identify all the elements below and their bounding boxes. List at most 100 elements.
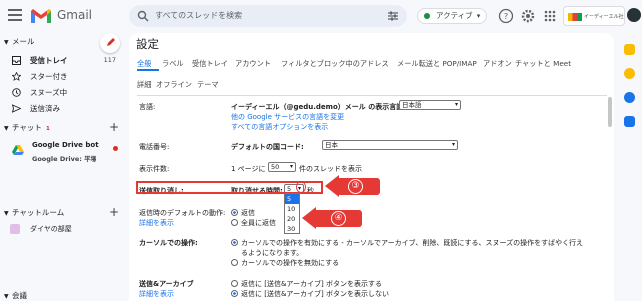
status-dropdown[interactable]: アクティブ ▾ [417,8,488,24]
sidebar-item-snoozed[interactable]: スヌーズ中 [0,86,128,99]
option-5[interactable]: 5 [285,194,299,204]
tab-accounts[interactable]: アカウント [235,59,271,69]
tab-general[interactable]: 全般 [137,59,151,69]
chat-section-header[interactable]: ▼ チャット 1 [4,122,50,133]
option-30[interactable]: 30 [285,224,299,234]
menu-icon[interactable] [8,9,22,21]
avatar[interactable] [627,8,641,22]
sidebar-item-label: スター付き [30,72,68,81]
show-send-archive-radio[interactable]: 返信に [送信&アーカイブ] ボタンを表示する [231,279,382,289]
option-20[interactable]: 20 [285,214,299,224]
undo-period-options[interactable]: 5 10 20 30 [284,193,300,234]
rooms-heading: チャットルーム [12,208,65,217]
tab-chat-meet[interactable]: チャットと Meet [515,59,571,69]
tab-advanced[interactable]: 詳細 [137,80,151,90]
search-icon[interactable] [137,10,149,22]
option-10[interactable]: 10 [285,204,299,214]
annotation-circle [296,181,306,193]
radio-icon [231,219,238,226]
tab-filters[interactable]: フィルタとブロック中のアドレス [281,59,389,69]
rooms-section-header[interactable]: ▼ チャットルーム [4,207,64,218]
search-input[interactable]: すべてのスレッドを検索 [155,10,242,21]
unread-dot-icon [113,146,118,151]
chevron-down-icon: ▾ [451,141,455,148]
pencil-icon [107,38,115,46]
chat-item-drive-bot[interactable]: Google Drive bot Google Drive: 平塚知... [10,140,128,168]
chat-item-preview: Google Drive: 平塚知... [32,155,96,163]
sidebar-item-sent[interactable]: 送信済み [0,102,128,115]
reply-radio[interactable]: 返信 [231,208,255,218]
add-room-button[interactable]: + [109,206,119,218]
reply-learn-more-link[interactable]: 詳細を表示 [139,218,174,228]
chevron-down-icon: ▼ [4,293,9,300]
sidebar-item-inbox[interactable]: 受信トレイ 117 [0,54,128,67]
hide-send-archive-radio[interactable]: 返信に [送信&アーカイブ] ボタンを表示しない [231,289,389,299]
tab-forwarding[interactable]: メール転送と POP/IMAP [397,59,477,69]
help-icon[interactable]: ? [498,8,514,24]
active-tab-indicator [137,69,159,71]
account-badge[interactable]: イーディーエル社 [563,6,625,26]
chat-heading: チャット [12,123,42,132]
meet-heading: 会議 [12,291,27,300]
change-language-link[interactable]: 他の Google サービスの言語を変更 [231,112,344,122]
sidebar-item-label: スヌーズ中 [30,88,68,97]
add-chat-button[interactable]: + [109,121,119,133]
tab-offline[interactable]: オフライン [156,80,192,90]
page-size-label: 表示件数: [139,165,170,173]
page-size-value: 50 [271,163,280,171]
hover-disable-radio[interactable]: カーソルでの操作を無効にする [231,258,339,268]
keep-icon[interactable] [624,68,635,79]
scrollbar[interactable] [608,97,612,127]
mail-section-header[interactable]: ▼ メール [4,36,35,47]
country-code-select[interactable]: 日本 ▾ [322,140,458,150]
chevron-down-icon: ▾ [454,101,458,108]
sidebar-item-label: 受信トレイ [30,56,68,65]
reply-default-label: 返信時のデフォルトの動作: [139,209,226,217]
all-language-options-link[interactable]: すべての言語オプションを表示 [231,122,328,132]
search-bar[interactable]: すべてのスレッドを検索 [129,5,407,27]
status-dot-icon [424,13,430,19]
reply-all-radio[interactable]: 全員に返信 [231,218,276,228]
org-logo-icon [568,13,582,21]
chevron-down-icon: ▼ [4,39,9,46]
step-number: ④ [331,211,346,226]
hover-enable-radio[interactable]: カーソルでの操作を有効にする - カーソルでアーカイブ、削除、既読にする、スヌー… [231,238,583,248]
tab-themes[interactable]: テーマ [197,80,219,90]
hover-enable-label: カーソルでの操作を有効にする - カーソルでアーカイブ、削除、既読にする、スヌー… [241,239,584,247]
gmail-logo-icon[interactable] [30,8,52,24]
hover-enable-label-cont: るようになります。 [241,249,304,257]
status-label: アクティブ [436,11,473,20]
search-options-icon[interactable] [387,10,399,22]
tab-addons[interactable]: アドオン [483,59,512,69]
page-size-suffix: 件のスレッドを表示 [299,165,362,173]
page-size-select[interactable]: 50 ▾ [268,162,296,172]
send-archive-learn-more-link[interactable]: 詳細を表示 [139,289,174,299]
tasks-icon[interactable] [624,92,635,103]
meet-section-header[interactable]: ▼ 会議 [4,290,27,301]
contacts-icon[interactable] [624,116,635,127]
step-number: ③ [348,179,363,194]
hover-actions-label: カーソルでの操作: [139,239,198,247]
calendar-icon[interactable] [624,44,635,55]
room-item[interactable]: ダイヤの部屋 [10,222,120,236]
language-label: 言語: [139,103,156,111]
reply-radio-label: 返信 [241,209,255,217]
tab-labels[interactable]: ラベル [162,59,184,69]
chat-item-name: Google Drive bot [32,141,99,149]
annotation-arrow-3: ③ [325,175,380,197]
radio-selected-icon [231,209,238,216]
page-size-prefix: 1 ページに [231,165,266,173]
phone-label: 電話番号: [139,143,170,151]
sidebar-item-starred[interactable]: スター付き [0,70,128,83]
side-panel [616,40,642,190]
language-text: イーディーエル（@gedu.demo）メール の表示言語: [231,103,407,111]
tab-inbox[interactable]: 受信トレイ [192,59,228,69]
gear-icon[interactable] [520,8,536,24]
compose-button[interactable] [100,33,120,53]
inbox-icon [12,56,21,65]
radio-selected-icon [231,290,238,297]
apps-grid-icon[interactable] [542,8,558,24]
reply-all-radio-label: 全員に返信 [241,219,276,227]
language-select[interactable]: 日本語 ▾ [399,100,461,110]
sidebar: ▼ メール 受信トレイ 117 スター付き スヌーズ中 送信済み ▼ チャット 1 + … [0,32,128,301]
